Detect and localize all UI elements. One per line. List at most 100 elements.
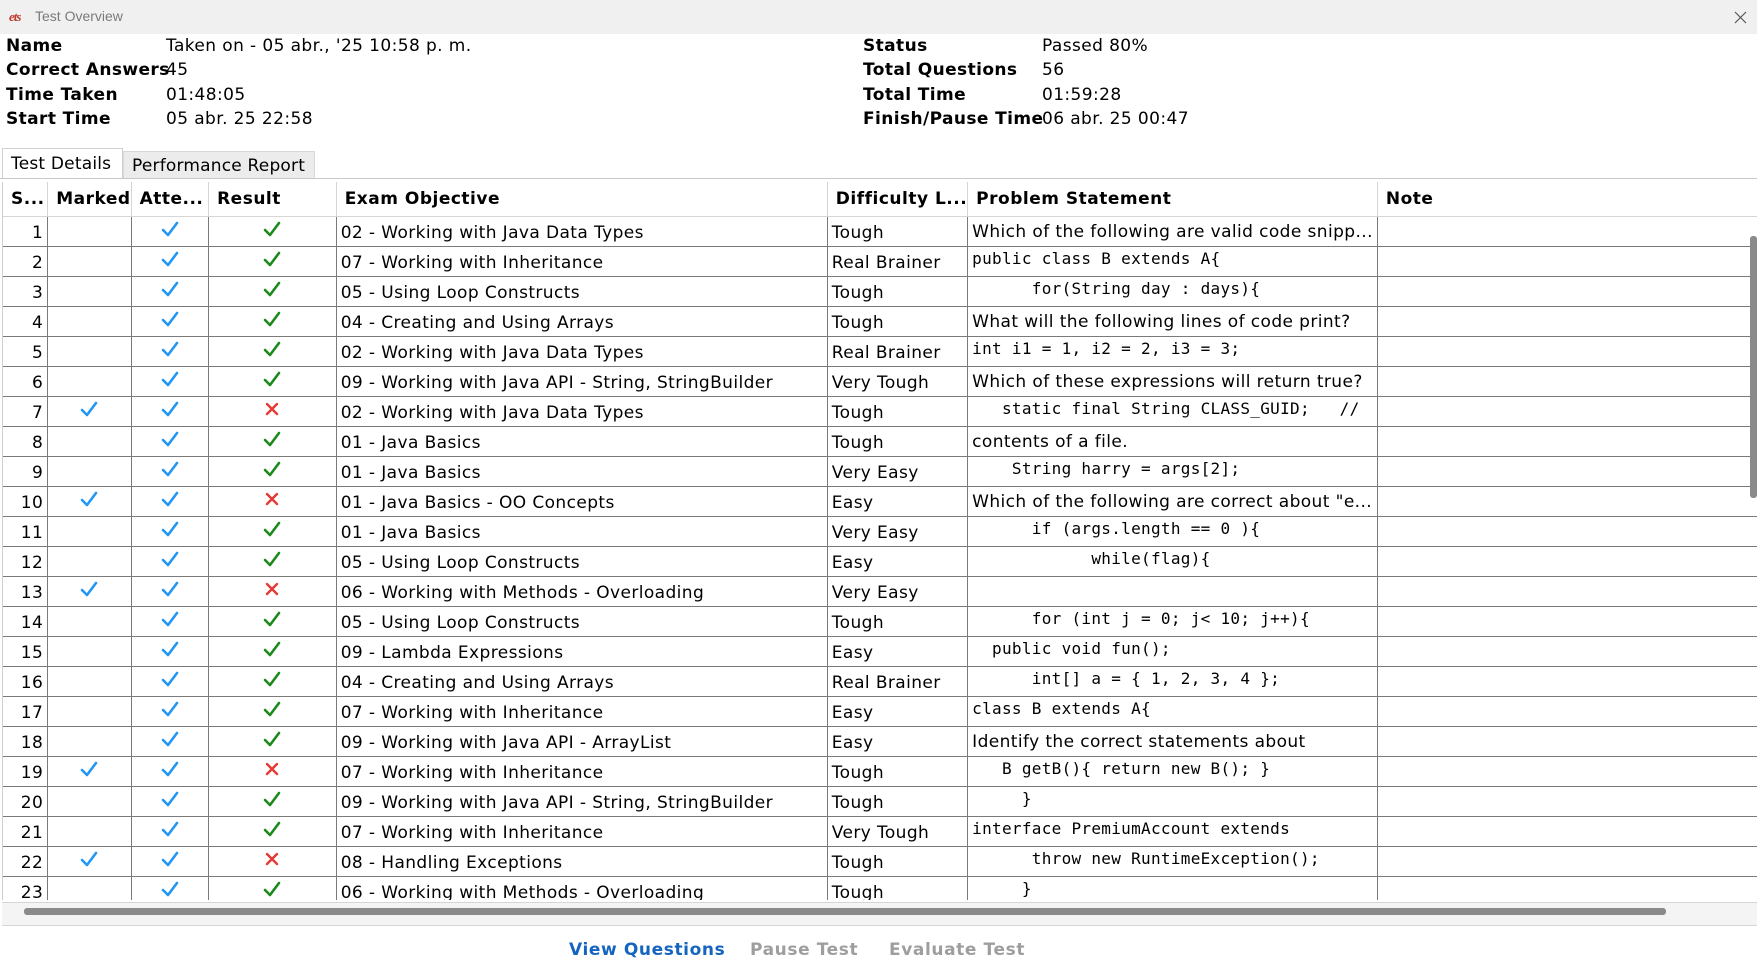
row-number: 10	[3, 486, 49, 517]
col-header-exam-objective[interactable]: Exam Objective	[336, 182, 828, 217]
col-header-difficulty[interactable]: Difficulty L...	[827, 182, 969, 217]
attempted-cell	[131, 276, 210, 307]
correct-check-icon	[263, 671, 281, 687]
table-row[interactable]: 20 09 - Working with Java API - String, S…	[3, 786, 1757, 817]
problem-statement-cell: contents of a file.	[967, 426, 1378, 457]
exam-objective-cell: 04 - Creating and Using Arrays	[336, 666, 828, 697]
table-row[interactable]: 23 06 - Working with Methods - Overloadin…	[3, 876, 1757, 900]
table-row[interactable]: 2 07 - Working with Inheritance Real Brain…	[3, 246, 1757, 277]
col-header-result[interactable]: Result	[208, 182, 337, 217]
problem-statement-cell: static final String CLASS_GUID; //	[967, 396, 1378, 427]
pause-test-button[interactable]: Pause Test	[750, 940, 858, 960]
attempted-check-icon	[161, 371, 179, 387]
correct-check-icon	[263, 281, 281, 297]
col-header-sno[interactable]: S...	[3, 182, 49, 217]
horizontal-scrollbar[interactable]	[24, 908, 1666, 915]
correct-check-icon	[263, 371, 281, 387]
result-cell	[208, 426, 337, 457]
table-row[interactable]: 21 07 - Working with Inheritance Very Toug…	[3, 816, 1757, 847]
tab-performance-report[interactable]: Performance Report	[123, 151, 315, 179]
col-header-problem-statement[interactable]: Problem Statement	[967, 182, 1378, 217]
correct-check-icon	[263, 521, 281, 537]
time-taken-label: Time Taken	[6, 85, 118, 105]
name-label: Name	[6, 36, 63, 56]
attempted-cell	[131, 786, 210, 817]
difficulty-cell: Easy	[827, 726, 969, 757]
title-bar: ets Test Overview	[0, 0, 1757, 34]
exam-objective-cell: 09 - Working with Java API - String, Str…	[336, 786, 828, 817]
attempted-check-icon	[161, 341, 179, 357]
col-header-note[interactable]: Note	[1377, 182, 1757, 217]
table-row[interactable]: 18 09 - Working with Java API - ArrayList…	[3, 726, 1757, 757]
table-row[interactable]: 1 02 - Working with Java Data Types Tough W…	[3, 216, 1757, 247]
table-row[interactable]: 6 09 - Working with Java API - String, St…	[3, 366, 1757, 397]
table-row[interactable]: 7 02 - Working with Java Data Types Tough …	[3, 396, 1757, 427]
action-bar	[0, 926, 1757, 973]
table-row[interactable]: 14 05 - Using Loop Constructs Tough for (i…	[3, 606, 1757, 637]
table-row[interactable]: 22 08 - Handling Exceptions Tough throw ne…	[3, 846, 1757, 877]
close-icon	[1734, 11, 1746, 23]
table-row[interactable]: 5 02 - Working with Java Data Types Real B…	[3, 336, 1757, 367]
note-cell	[1377, 756, 1757, 787]
total-questions-value: 56	[1042, 60, 1065, 80]
table-row[interactable]: 3 05 - Using Loop Constructs Tough for(Str…	[3, 276, 1757, 307]
tab-test-details[interactable]: Test Details	[2, 148, 123, 179]
marked-cell	[47, 876, 132, 900]
marked-check-icon	[80, 401, 98, 417]
difficulty-cell: Real Brainer	[827, 246, 969, 277]
note-cell	[1377, 456, 1757, 487]
table-row[interactable]: 15 09 - Lambda Expressions Easy public voi…	[3, 636, 1757, 667]
exam-objective-cell: 01 - Java Basics - OO Concepts	[336, 486, 828, 517]
correct-check-icon	[263, 221, 281, 237]
col-header-attempted[interactable]: Atte...	[131, 182, 210, 217]
note-cell	[1377, 366, 1757, 397]
exam-objective-cell: 09 - Working with Java API - String, Str…	[336, 366, 828, 397]
wrong-cross-icon	[264, 851, 280, 867]
test-details-table: S... Marked Atte... Result Exam Objectiv…	[2, 182, 1757, 900]
difficulty-cell: Easy	[827, 636, 969, 667]
table-row[interactable]: 11 01 - Java Basics Very Easy if (args.len…	[3, 516, 1757, 547]
attempted-cell	[131, 606, 210, 637]
col-header-marked[interactable]: Marked	[47, 182, 132, 217]
table-row[interactable]: 16 04 - Creating and Using Arrays Real Bra…	[3, 666, 1757, 697]
close-button[interactable]	[1723, 0, 1757, 34]
attempted-check-icon	[161, 401, 179, 417]
table-row[interactable]: 12 05 - Using Loop Constructs Easy while(f…	[3, 546, 1757, 577]
table-row[interactable]: 4 04 - Creating and Using Arrays Tough What…	[3, 306, 1757, 337]
row-number: 3	[3, 276, 49, 307]
exam-objective-cell: 06 - Working with Methods - Overloading	[336, 576, 828, 607]
attempted-check-icon	[161, 851, 179, 867]
vertical-scrollbar[interactable]	[1750, 236, 1757, 498]
marked-cell	[47, 546, 132, 577]
attempted-check-icon	[161, 431, 179, 447]
note-cell	[1377, 816, 1757, 847]
marked-cell	[47, 606, 132, 637]
marked-cell	[47, 456, 132, 487]
difficulty-cell: Easy	[827, 696, 969, 727]
row-number: 5	[3, 336, 49, 367]
view-questions-button[interactable]: View Questions	[569, 940, 725, 960]
correct-check-icon	[263, 821, 281, 837]
evaluate-test-button[interactable]: Evaluate Test	[889, 940, 1025, 960]
table-row[interactable]: 17 07 - Working with Inheritance Easy class…	[3, 696, 1757, 727]
row-number: 9	[3, 456, 49, 487]
marked-cell	[47, 666, 132, 697]
marked-cell	[47, 636, 132, 667]
table-row[interactable]: 10 01 - Java Basics - OO Concepts Easy Whic…	[3, 486, 1757, 517]
table-row[interactable]: 19 07 - Working with Inheritance Tough B g…	[3, 756, 1757, 787]
problem-statement-cell: }	[967, 786, 1378, 817]
marked-check-icon	[80, 491, 98, 507]
row-number: 8	[3, 426, 49, 457]
table-row[interactable]: 13 06 - Working with Methods - Overloadin…	[3, 576, 1757, 607]
table-row[interactable]: 8 01 - Java Basics Tough contents of a file…	[3, 426, 1757, 457]
table-header-row: S... Marked Atte... Result Exam Objectiv…	[3, 182, 1757, 217]
result-cell	[208, 786, 337, 817]
correct-check-icon	[263, 731, 281, 747]
note-cell	[1377, 606, 1757, 637]
attempted-check-icon	[161, 821, 179, 837]
attempted-check-icon	[161, 221, 179, 237]
result-cell	[208, 306, 337, 337]
note-cell	[1377, 726, 1757, 757]
attempted-cell	[131, 396, 210, 427]
table-row[interactable]: 9 01 - Java Basics Very Easy String harry …	[3, 456, 1757, 487]
